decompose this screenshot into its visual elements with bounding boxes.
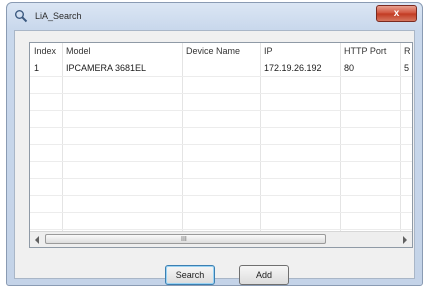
table-row bbox=[30, 111, 412, 128]
cell-ip: 172.19.26.192 bbox=[264, 63, 322, 73]
table-row bbox=[30, 94, 412, 111]
dialog-client-area: Index Model Device Name IP HTTP Port R 1… bbox=[14, 30, 415, 285]
table-row bbox=[30, 128, 412, 145]
table-row bbox=[30, 77, 412, 94]
column-header-model[interactable]: Model bbox=[62, 43, 182, 60]
cell-index: 1 bbox=[34, 63, 40, 73]
table-row[interactable]: 1 IPCAMERA 3681EL 172.19.26.192 80 5 bbox=[30, 60, 412, 77]
search-dialog-window: LiA_Search x Index Model Device Name IP … bbox=[6, 2, 423, 286]
column-header-ip[interactable]: IP bbox=[260, 43, 340, 60]
cell-http-port: 80 bbox=[344, 63, 355, 73]
grip-icon: III bbox=[181, 236, 187, 243]
scrollbar-thumb[interactable]: III bbox=[45, 234, 326, 244]
scroll-right-icon[interactable] bbox=[403, 236, 407, 244]
cell-device-name bbox=[182, 60, 260, 77]
table-row bbox=[30, 162, 412, 179]
column-header-http-port[interactable]: HTTP Port bbox=[340, 43, 400, 60]
close-button[interactable]: x bbox=[376, 5, 417, 22]
table-row bbox=[30, 145, 412, 162]
table-header: Index Model Device Name IP HTTP Port R bbox=[30, 43, 412, 60]
table-row bbox=[30, 179, 412, 196]
cell-model: IPCAMERA 3681EL bbox=[66, 63, 147, 73]
search-button[interactable]: Search bbox=[165, 265, 215, 285]
table-row bbox=[30, 213, 412, 230]
add-button[interactable]: Add bbox=[239, 265, 289, 285]
device-table[interactable]: Index Model Device Name IP HTTP Port R 1… bbox=[29, 42, 413, 248]
column-header-device-name[interactable]: Device Name bbox=[182, 43, 260, 60]
close-icon: x bbox=[393, 8, 400, 19]
column-header-index[interactable]: Index bbox=[30, 43, 62, 60]
column-header-r[interactable]: R bbox=[400, 43, 412, 60]
window-title: LiA_Search bbox=[35, 11, 82, 21]
cell-r: 5 bbox=[404, 63, 410, 73]
horizontal-scrollbar[interactable]: III bbox=[30, 231, 412, 247]
title-bar[interactable]: LiA_Search x bbox=[7, 3, 422, 29]
table-row bbox=[30, 196, 412, 213]
scroll-left-icon[interactable] bbox=[35, 236, 39, 244]
search-icon bbox=[14, 9, 28, 23]
